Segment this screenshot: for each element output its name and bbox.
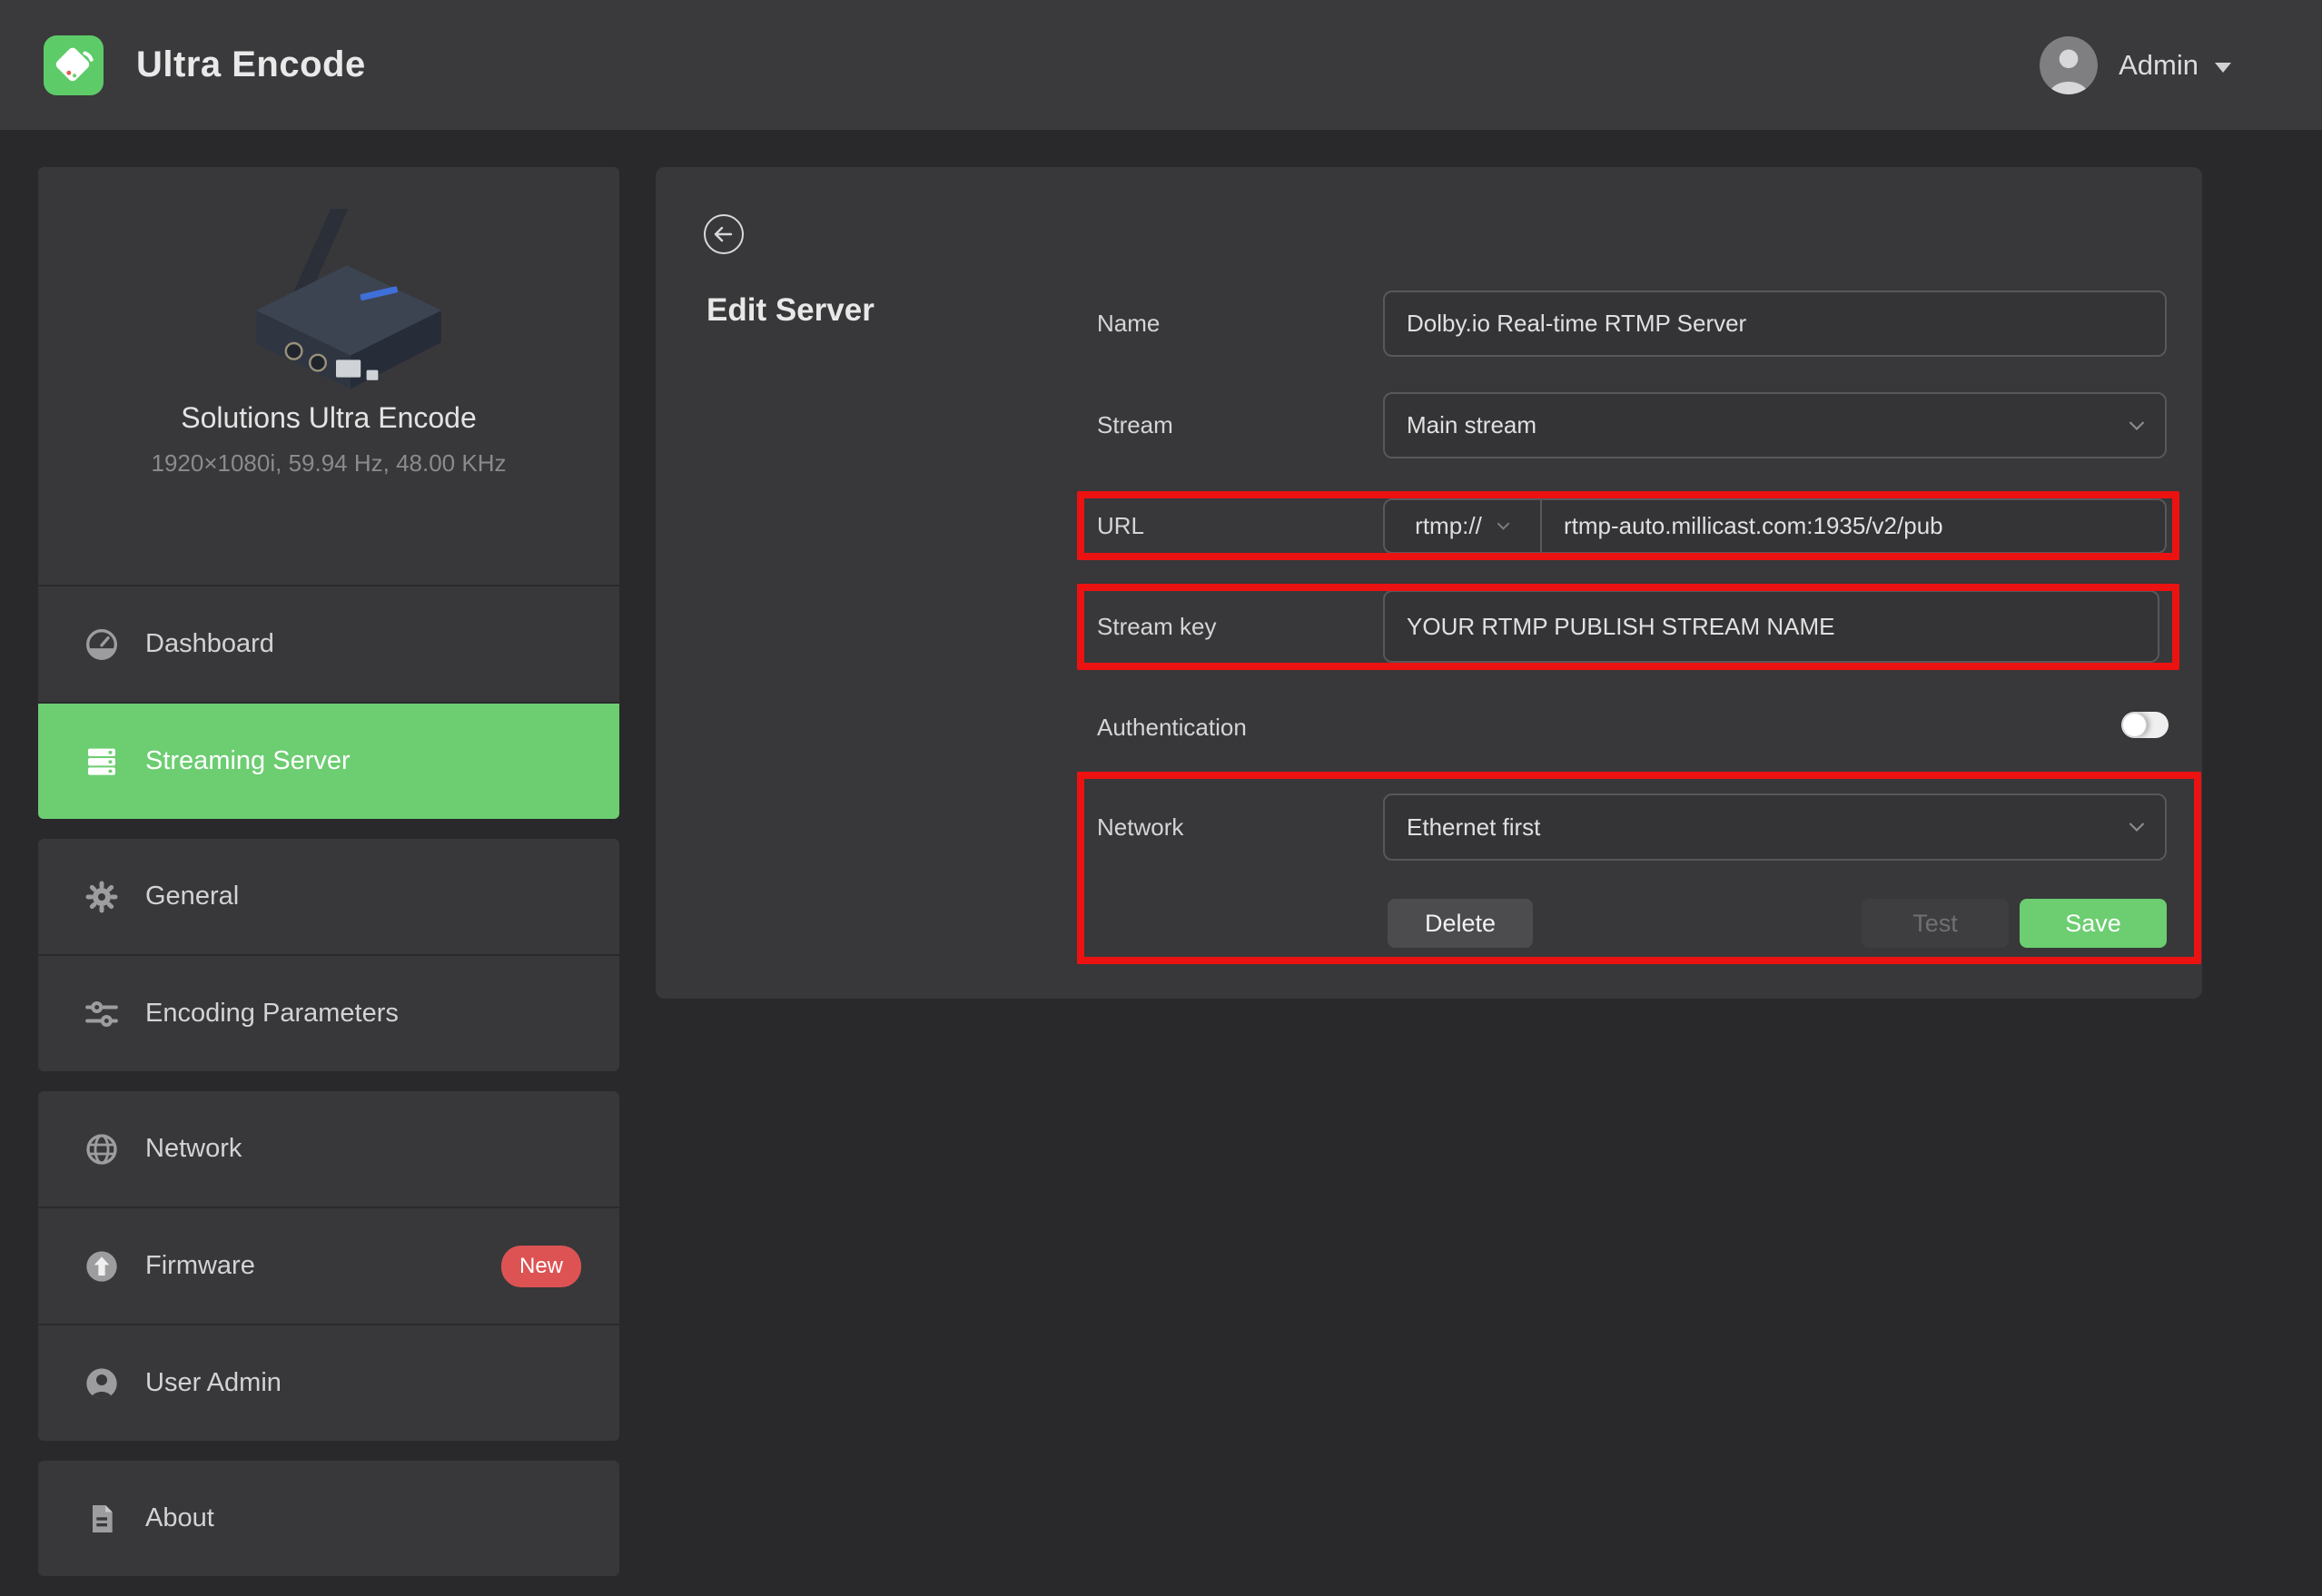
url-protocol-select[interactable]: rtmp:// [1385, 500, 1542, 552]
sidebar-card-system: Network Firmware New User Admin [38, 1091, 619, 1441]
sidebar-item-label: Dashboard [145, 629, 274, 659]
url-input[interactable] [1542, 500, 2165, 552]
dashboard-icon [84, 626, 120, 663]
sidebar-item-general[interactable]: General [38, 839, 619, 954]
globe-icon [84, 1131, 120, 1167]
test-button[interactable]: Test [1862, 899, 2009, 948]
sidebar-card-about: About [38, 1461, 619, 1576]
delete-button[interactable]: Delete [1388, 899, 1533, 948]
app-header: Ultra Encode Admin [0, 0, 2322, 130]
stream-key-label: Stream key [1097, 584, 1217, 670]
authentication-toggle[interactable] [2121, 712, 2169, 738]
chevron-down-icon [2129, 420, 2145, 430]
stream-label: Stream [1097, 392, 1173, 458]
document-icon [84, 1501, 120, 1537]
sidebar-item-label: General [145, 882, 239, 911]
sidebar-item-about[interactable]: About [38, 1461, 619, 1576]
user-menu[interactable]: Admin [2039, 35, 2231, 95]
network-label: Network [1097, 793, 1183, 861]
firmware-upload-icon [84, 1248, 120, 1285]
server-stack-icon [84, 744, 120, 780]
app-logo-icon [44, 35, 104, 95]
page-title: Edit Server [706, 292, 874, 329]
url-field-group: rtmp:// [1383, 498, 2167, 554]
sidebar: Solutions Ultra Encode 1920×1080i, 59.94… [38, 167, 619, 1596]
network-select-value: Ethernet first [1407, 813, 1540, 842]
back-arrow-icon [703, 213, 745, 255]
device-info: Solutions Ultra Encode 1920×1080i, 59.94… [38, 209, 619, 585]
sliders-icon [84, 996, 120, 1032]
sidebar-item-encoding-parameters[interactable]: Encoding Parameters [38, 954, 619, 1071]
sidebar-item-dashboard[interactable]: Dashboard [38, 585, 619, 702]
device-image [202, 209, 456, 390]
back-button[interactable] [703, 213, 745, 255]
stream-select[interactable]: Main stream [1383, 392, 2167, 458]
name-input[interactable] [1383, 291, 2167, 357]
sidebar-item-label: Network [145, 1134, 242, 1164]
avatar [2039, 35, 2099, 95]
user-icon [84, 1365, 120, 1402]
network-select[interactable]: Ethernet first [1383, 793, 2167, 861]
stream-select-value: Main stream [1407, 411, 1536, 439]
stream-key-input[interactable] [1383, 590, 2159, 663]
sidebar-item-label: User Admin [145, 1368, 282, 1398]
sidebar-item-streaming-server[interactable]: Streaming Server [38, 702, 619, 819]
new-badge: New [501, 1246, 581, 1287]
chevron-down-icon [2215, 63, 2231, 73]
sidebar-item-label: Firmware [145, 1251, 255, 1281]
url-protocol-value: rtmp:// [1415, 512, 1482, 540]
user-name: Admin [2119, 49, 2198, 82]
sidebar-card-device: Solutions Ultra Encode 1920×1080i, 59.94… [38, 167, 619, 819]
url-label: URL [1097, 491, 1144, 560]
device-signal: 1920×1080i, 59.94 Hz, 48.00 KHz [38, 449, 619, 478]
chevron-down-icon [2129, 823, 2145, 832]
sidebar-item-firmware[interactable]: Firmware New [38, 1207, 619, 1324]
save-button[interactable]: Save [2020, 899, 2167, 948]
edit-server-panel: Edit Server Name Stream Main stream URL … [656, 167, 2202, 999]
authentication-label: Authentication [1097, 706, 1247, 748]
sidebar-item-network[interactable]: Network [38, 1091, 619, 1207]
app-title: Ultra Encode [136, 44, 366, 85]
sidebar-item-label: Streaming Server [145, 746, 351, 776]
sidebar-card-settings: General Encoding Parameters [38, 839, 619, 1071]
toggle-knob [2122, 713, 2147, 737]
name-label: Name [1097, 291, 1160, 357]
chevron-down-icon [1497, 522, 1510, 530]
brand: Ultra Encode [0, 35, 366, 95]
gear-icon [84, 879, 120, 915]
device-name: Solutions Ultra Encode [38, 401, 619, 435]
sidebar-item-label: Encoding Parameters [145, 999, 399, 1029]
sidebar-item-label: About [145, 1503, 214, 1533]
sidebar-item-user-admin[interactable]: User Admin [38, 1324, 619, 1441]
